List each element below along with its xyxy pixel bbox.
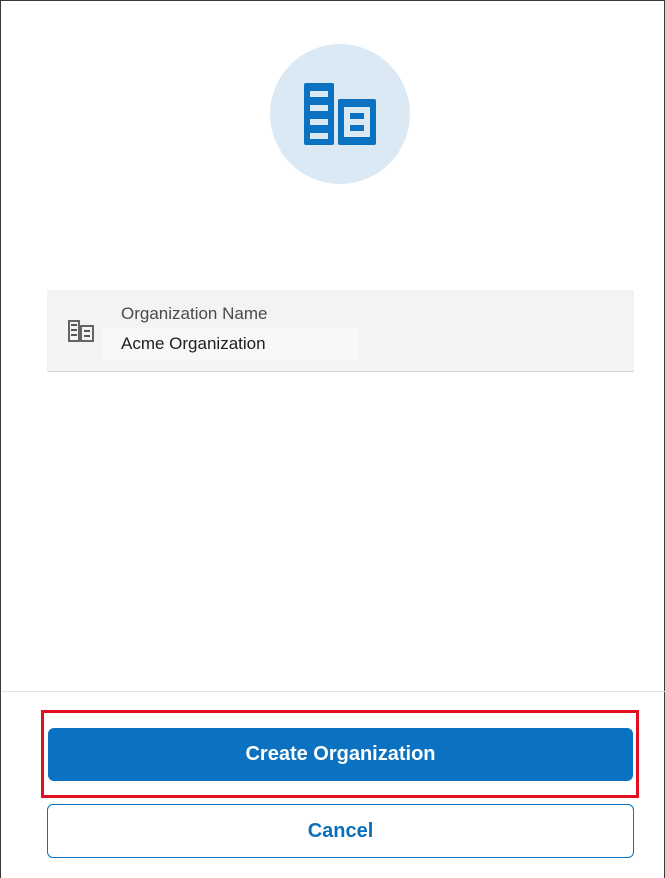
create-organization-button[interactable]: Create Organization xyxy=(48,728,633,781)
building-icon xyxy=(304,83,376,145)
organization-name-field-row: Organization Name xyxy=(47,290,634,372)
building-icon xyxy=(68,320,94,342)
organization-name-input[interactable] xyxy=(103,328,359,360)
organization-avatar xyxy=(270,44,410,184)
cancel-button[interactable]: Cancel xyxy=(47,804,634,858)
footer-divider xyxy=(2,691,665,692)
create-organization-dialog: Organization Name Create Organization Ca… xyxy=(0,0,665,878)
organization-name-label: Organization Name xyxy=(121,304,268,323)
